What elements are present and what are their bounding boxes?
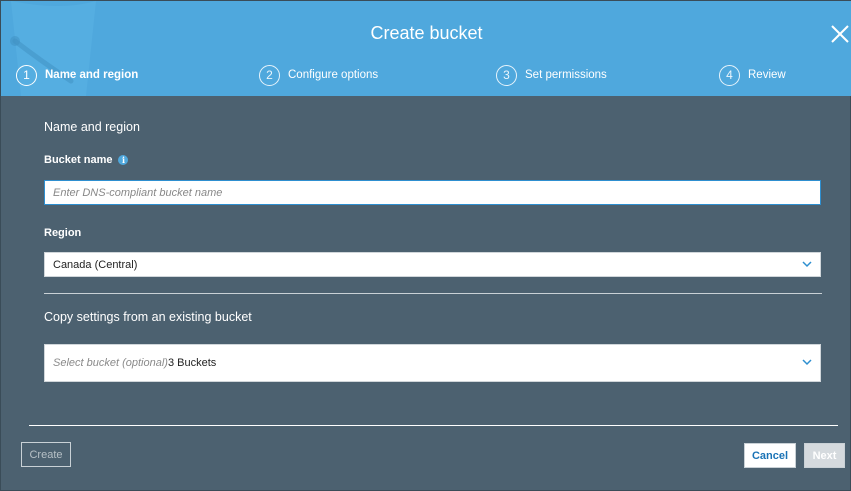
region-select[interactable]: Canada (Central): [44, 252, 821, 277]
copy-bucket-select[interactable]: Select bucket (optional) 3 Buckets: [44, 344, 821, 382]
close-icon[interactable]: [829, 23, 851, 45]
copy-bucket-placeholder: Select bucket (optional): [53, 357, 168, 369]
step-number: 1: [16, 64, 37, 86]
step-configure-options[interactable]: 2 Configure options: [259, 64, 378, 86]
chevron-down-icon: [802, 359, 812, 366]
info-icon[interactable]: i: [118, 155, 129, 165]
chevron-down-icon: [802, 260, 812, 267]
copy-settings-section-title: Copy settings from an existing bucket: [44, 310, 252, 324]
next-button[interactable]: Next: [804, 443, 845, 468]
step-name-and-region[interactable]: 1 Name and region: [16, 64, 138, 86]
name-region-section-title: Name and region: [44, 120, 140, 134]
bucket-name-label-text: Bucket name: [44, 154, 113, 166]
step-set-permissions[interactable]: 3 Set permissions: [496, 64, 607, 86]
footer-divider: [29, 425, 838, 426]
bucket-name-label: Bucket name i: [44, 154, 129, 166]
step-label: Set permissions: [525, 69, 607, 81]
create-button[interactable]: Create: [21, 442, 71, 467]
dialog-header: Create bucket 1 Name and region 2 Config…: [1, 1, 851, 96]
bucket-name-input[interactable]: [44, 180, 821, 205]
cancel-button[interactable]: Cancel: [744, 443, 796, 468]
step-number: 3: [496, 64, 517, 86]
dialog-title: Create bucket: [370, 23, 483, 43]
create-bucket-dialog: Create bucket 1 Name and region 2 Config…: [0, 0, 851, 491]
step-label: Configure options: [288, 69, 379, 81]
step-label: Review: [748, 69, 786, 81]
region-label: Region: [44, 227, 82, 239]
step-number: 2: [259, 64, 280, 86]
step-review[interactable]: 4 Review: [719, 64, 786, 86]
region-select-value: Canada (Central): [53, 258, 138, 271]
step-number: 4: [719, 64, 740, 86]
section-divider: [44, 293, 822, 294]
step-label: Name and region: [45, 69, 139, 81]
copy-bucket-count: 3 Buckets: [167, 357, 217, 369]
